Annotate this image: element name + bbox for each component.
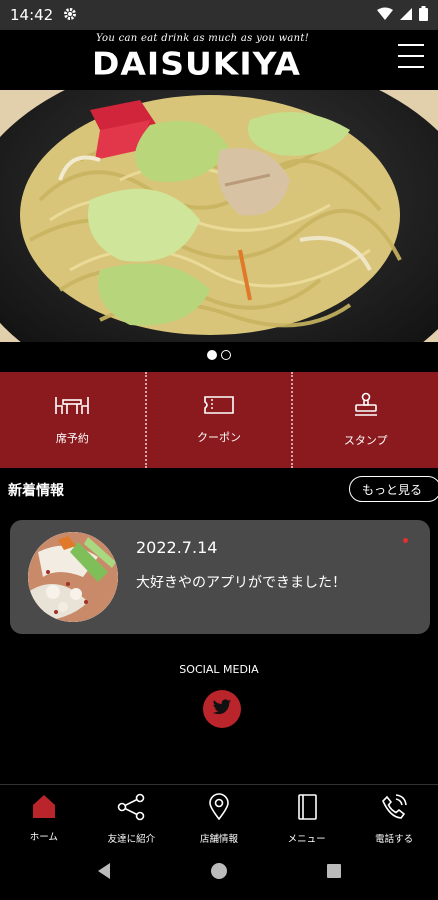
- home-circle-icon[interactable]: [210, 862, 228, 884]
- yakisoba-hero-image: [0, 90, 438, 342]
- daisukiya-logo[interactable]: DAISUKIYA: [92, 45, 301, 82]
- signal-icon: [399, 6, 413, 25]
- news-item-card[interactable]: 2022.7.14 大好きやのアプリができました！: [10, 520, 430, 634]
- social-media-label: SOCIAL MEDIA: [179, 663, 259, 676]
- news-date: 2022.7.14: [136, 538, 218, 557]
- nav-call-label: 電話する: [375, 834, 414, 845]
- hamburger-menu-button[interactable]: [398, 44, 424, 68]
- table-icon: [54, 394, 90, 420]
- hero-carousel[interactable]: [0, 90, 438, 342]
- tagline: You can eat drink as much as you want!: [96, 33, 310, 44]
- status-bar: 14:42: [0, 0, 438, 30]
- bottom-navigation: ホーム 友達に紹介 店舗情報 メニュー 電話する: [0, 784, 438, 846]
- quick-actions: 席予約 クーポン スタンプ: [0, 372, 438, 468]
- carousel-dots: [0, 350, 438, 360]
- location-pin-icon: [208, 793, 230, 825]
- stamp-button[interactable]: スタンプ: [291, 372, 438, 468]
- settings-gear-icon: [63, 6, 77, 25]
- nav-call[interactable]: 電話する: [350, 785, 438, 846]
- stamp-icon: [353, 392, 379, 422]
- system-navigation-bar: [0, 846, 438, 900]
- nav-menu[interactable]: メニュー: [263, 785, 351, 846]
- ticket-icon: [203, 395, 235, 419]
- carousel-dot[interactable]: [221, 350, 231, 360]
- news-headline: 大好きやのアプリができました！: [136, 575, 346, 591]
- recents-square-icon[interactable]: [326, 863, 342, 883]
- app-header: You can eat drink as much as you want! D…: [0, 30, 438, 90]
- nav-refer-friend[interactable]: 友達に紹介: [88, 785, 176, 846]
- news-thumbnail: [28, 532, 118, 622]
- coupon-label: クーポン: [197, 431, 241, 444]
- nav-menu-label: メニュー: [287, 834, 326, 845]
- twitter-button[interactable]: [203, 690, 241, 728]
- phone-icon: [380, 793, 408, 825]
- unread-indicator: [403, 538, 408, 543]
- twitter-icon: [212, 698, 232, 720]
- nav-home-label: ホーム: [29, 832, 58, 843]
- book-icon: [296, 793, 318, 825]
- carousel-dot[interactable]: [207, 350, 217, 360]
- nav-store-info[interactable]: 店舗情報: [175, 785, 263, 846]
- nav-home[interactable]: ホーム: [0, 785, 88, 846]
- status-time: 14:42: [10, 6, 54, 24]
- share-icon: [116, 793, 146, 825]
- stamp-label: スタンプ: [343, 434, 388, 447]
- news-section-title: 新着情報: [8, 483, 64, 499]
- wifi-icon: [377, 6, 393, 25]
- back-icon[interactable]: [96, 862, 112, 884]
- see-more-button[interactable]: もっと見る: [349, 476, 438, 502]
- home-icon: [31, 793, 57, 823]
- nav-store-info-label: 店舗情報: [199, 834, 238, 845]
- battery-icon: [419, 5, 428, 25]
- nav-refer-friend-label: 友達に紹介: [107, 834, 156, 845]
- reservation-label: 席予約: [55, 432, 89, 445]
- coupon-button[interactable]: クーポン: [144, 372, 292, 468]
- reservation-button[interactable]: 席予約: [0, 372, 145, 468]
